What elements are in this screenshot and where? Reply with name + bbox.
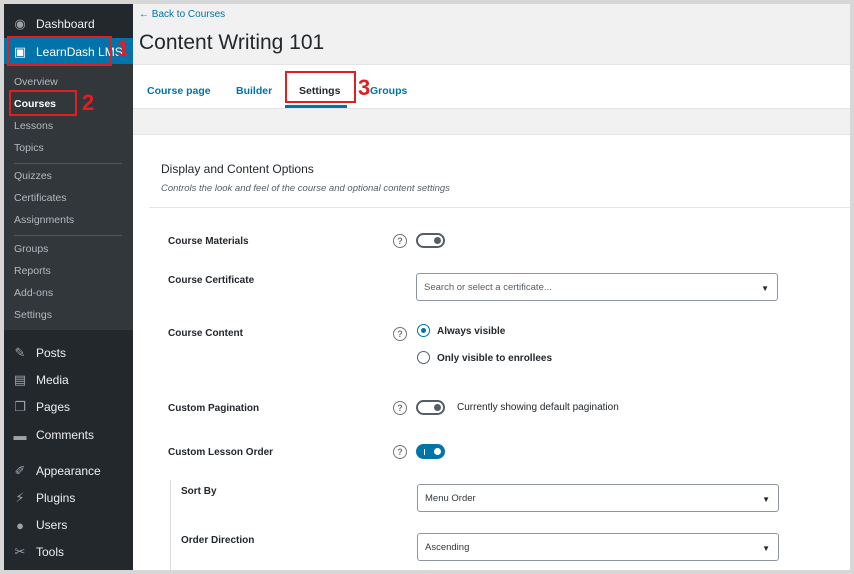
sidebar-item-dashboard[interactable]: ◉ Dashboard [4,10,133,38]
order-direction-label: Order Direction [181,535,255,546]
main-content: ← Back to Courses Content Writing 101 Co… [133,4,850,570]
course-content-label: Course Content [168,328,243,339]
annotation-number-3: 3 [358,75,371,100]
toggle-knob [434,237,441,244]
chevron-down-icon: ▼ [762,544,770,553]
sort-by-value: Menu Order [425,492,476,504]
sidebar-item-label: Pages [36,400,71,414]
submenu-item-quizzes[interactable]: Quizzes [14,170,52,182]
sidebar-item-tools[interactable]: ✂ Tools [4,538,133,566]
annotation-box-courses [9,90,77,116]
sort-by-label: Sort By [181,486,217,497]
course-certificate-label: Course Certificate [168,275,255,286]
custom-pagination-label: Custom Pagination [168,403,260,414]
app-frame: ◉ Dashboard ▣ LearnDash LMS Overview Cou… [4,4,850,570]
course-tabs: Course page Builder Settings Groups [133,64,850,109]
sidebar-item-label: Media [36,373,69,387]
sidebar-item-users[interactable]: ● Users [4,511,133,539]
submenu-divider [14,163,122,164]
radio-enrollees-only[interactable] [417,351,430,364]
panel-subtitle: Controls the look and feel of the course… [161,183,450,194]
pagination-status-text: Currently showing default pagination [457,402,619,413]
sidebar-item-label: Posts [36,346,67,360]
panel-header: Display and Content Options Controls the… [161,162,450,194]
submenu-item-groups[interactable]: Groups [14,243,48,255]
sidebar-item-label: Dashboard [36,17,95,31]
wrench-icon: ✂ [14,544,26,559]
toggle-knob [434,448,441,455]
submenu-divider [14,235,122,236]
sidebar-item-comments[interactable]: ▬ Comments [4,421,133,449]
sidebar-item-pages[interactable]: ❐ Pages [4,393,133,421]
tab-groups[interactable]: Groups [370,85,407,97]
custom-lesson-order-toggle[interactable] [416,444,445,459]
tab-course-page[interactable]: Course page [147,85,211,97]
tab-builder[interactable]: Builder [236,85,272,97]
help-icon[interactable]: ? [393,445,407,459]
certificate-select[interactable]: Search or select a certificate... ▼ [416,273,778,301]
course-materials-toggle[interactable] [416,233,445,248]
sidebar-item-label: Plugins [36,491,76,505]
submenu-item-settings[interactable]: Settings [14,309,52,321]
annotation-box-settings-tab [285,71,356,103]
radio-label-always-visible: Always visible [437,326,506,337]
panel-title: Display and Content Options [161,162,314,176]
panel-divider [149,207,850,208]
sidebar-item-label: Users [36,518,68,532]
pin-icon: ✎ [14,345,26,360]
submenu-item-reports[interactable]: Reports [14,265,51,277]
toggle-knob [434,404,441,411]
order-direction-value: Ascending [425,541,470,553]
sidebar-item-plugins[interactable]: ⚡ Plugins [4,484,133,512]
dashboard-icon: ◉ [14,16,26,31]
custom-lesson-order-label: Custom Lesson Order [168,447,274,458]
submenu-item-certificates[interactable]: Certificates [14,192,67,204]
custom-pagination-toggle[interactable] [416,400,445,415]
course-materials-label: Course Materials [168,236,249,247]
chevron-down-icon: ▼ [762,495,770,504]
sidebar-item-appearance[interactable]: ✐ Appearance [4,457,133,485]
submenu-item-addons[interactable]: Add-ons [14,287,53,299]
submenu-item-lessons[interactable]: Lessons [14,120,53,132]
toggle-on-mark [424,449,425,455]
active-tab-indicator [285,105,347,108]
sidebar-item-label: Tools [36,545,65,559]
sidebar-item-posts[interactable]: ✎ Posts [4,339,133,367]
sidebar-item-media[interactable]: ▤ Media [4,366,133,394]
order-direction-select[interactable]: Ascending ▼ [417,533,779,561]
help-icon[interactable]: ? [393,327,407,341]
submenu-item-topics[interactable]: Topics [14,142,44,154]
radio-always-visible[interactable] [417,324,430,337]
sidebar-item-label: Comments [36,428,95,442]
plugin-icon: ⚡ [15,490,25,505]
help-icon[interactable]: ? [393,234,407,248]
annotation-number-1: 1 [117,36,130,61]
annotation-box-learndash [7,36,112,66]
admin-sidebar: ◉ Dashboard ▣ LearnDash LMS Overview Cou… [4,4,133,570]
brush-icon: ✐ [14,463,26,478]
sort-by-select[interactable]: Menu Order ▼ [417,484,779,512]
media-icon: ▤ [13,372,27,387]
certificate-select-placeholder: Search or select a certificate... [424,281,552,293]
comments-icon: ▬ [13,427,27,443]
radio-label-enrollees-only: Only visible to enrollees [437,353,553,364]
chevron-down-icon: ▼ [761,284,769,293]
pages-icon: ❐ [14,399,26,414]
submenu-item-overview[interactable]: Overview [14,76,58,88]
nested-settings-rule [170,480,171,570]
users-icon: ● [16,517,24,533]
page-title: Content Writing 101 [139,31,325,54]
back-to-courses-link[interactable]: ← Back to Courses [139,9,225,20]
submenu-item-assignments[interactable]: Assignments [14,214,74,226]
annotation-number-2: 2 [82,90,95,115]
help-icon[interactable]: ? [393,401,407,415]
sidebar-item-label: Appearance [36,464,101,478]
